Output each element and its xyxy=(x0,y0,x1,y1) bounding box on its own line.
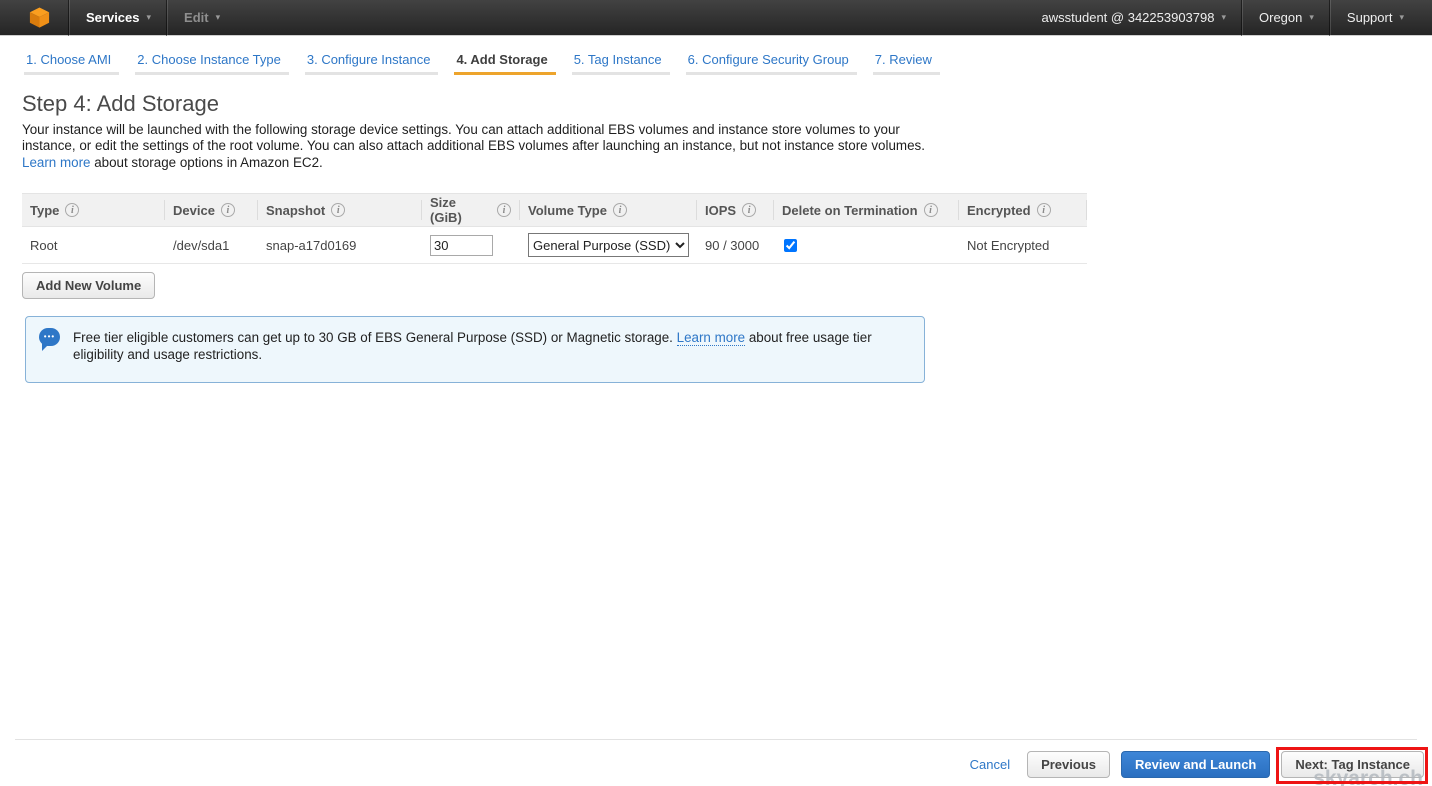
column-header-delete-on-termination: Delete on Termination i xyxy=(774,200,959,220)
chevron-down-icon: ▾ xyxy=(1221,13,1226,22)
info-icon[interactable]: i xyxy=(65,203,79,217)
column-header-label: Device xyxy=(173,203,215,218)
services-menu[interactable]: Services ▾ xyxy=(70,0,167,35)
info-icon[interactable]: i xyxy=(742,203,756,217)
free-tier-notice: ••• Free tier eligible customers can get… xyxy=(25,316,925,383)
aws-logo-icon[interactable] xyxy=(0,0,69,35)
notice-text: Free tier eligible customers can get up … xyxy=(73,330,677,345)
edit-menu[interactable]: Edit ▾ xyxy=(168,0,236,35)
cell-size xyxy=(422,235,520,256)
account-menu-label: awsstudent @ 342253903798 xyxy=(1042,10,1215,25)
column-header-encrypted: Encrypted i xyxy=(959,200,1087,220)
chevron-down-icon: ▾ xyxy=(1399,13,1404,22)
tab-choose-instance-type[interactable]: 2. Choose Instance Type xyxy=(135,52,289,75)
support-menu-label: Support xyxy=(1347,10,1393,25)
page-title: Step 4: Add Storage xyxy=(22,91,1432,117)
cell-delete-on-termination xyxy=(774,239,959,252)
page-description: Your instance will be launched with the … xyxy=(22,122,940,171)
top-nav-bar: Services ▾ Edit ▾ awsstudent @ 342253903… xyxy=(0,0,1432,36)
info-icon[interactable]: i xyxy=(331,203,345,217)
chevron-down-icon: ▾ xyxy=(216,13,221,22)
notice-learn-more-link[interactable]: Learn more xyxy=(677,330,745,346)
volume-type-select[interactable]: General Purpose (SSD) xyxy=(528,233,689,257)
description-text: about storage options in Amazon EC2. xyxy=(90,155,322,170)
next-button-wrap: Next: Tag Instance skyarch.ch xyxy=(1281,751,1424,778)
cell-snapshot: snap-a17d0169 xyxy=(258,238,422,253)
services-menu-label: Services xyxy=(86,10,140,25)
column-header-iops: IOPS i xyxy=(697,200,774,220)
column-header-label: Volume Type xyxy=(528,203,607,218)
column-header-label: Snapshot xyxy=(266,203,325,218)
add-new-volume-button[interactable]: Add New Volume xyxy=(22,272,155,299)
cell-volume-type: General Purpose (SSD) xyxy=(520,233,697,257)
learn-more-link[interactable]: Learn more xyxy=(22,155,90,170)
region-menu[interactable]: Oregon ▾ xyxy=(1243,0,1330,35)
column-header-size: Size (GiB) i xyxy=(422,200,520,220)
storage-table: Type i Device i Snapshot i Size (GiB) i … xyxy=(22,193,1087,264)
tab-configure-security-group[interactable]: 6. Configure Security Group xyxy=(686,52,857,75)
tab-configure-instance[interactable]: 3. Configure Instance xyxy=(305,52,439,75)
support-menu[interactable]: Support ▾ xyxy=(1331,0,1420,35)
chat-bubble-icon: ••• xyxy=(39,328,60,346)
footer: Cancel Previous Review and Launch Next: … xyxy=(0,739,1432,778)
region-menu-label: Oregon xyxy=(1259,10,1302,25)
next-tag-instance-button[interactable]: Next: Tag Instance xyxy=(1281,751,1424,778)
chevron-down-icon: ▾ xyxy=(147,13,152,22)
column-header-label: Size (GiB) xyxy=(430,195,491,225)
info-icon[interactable]: i xyxy=(613,203,627,217)
cancel-link[interactable]: Cancel xyxy=(970,757,1010,772)
edit-menu-label: Edit xyxy=(184,10,209,25)
tab-tag-instance[interactable]: 5. Tag Instance xyxy=(572,52,670,75)
info-icon[interactable]: i xyxy=(497,203,511,217)
tab-review[interactable]: 7. Review xyxy=(873,52,940,75)
cell-device: /dev/sda1 xyxy=(165,238,258,253)
cell-iops: 90 / 3000 xyxy=(697,238,774,253)
chevron-down-icon: ▾ xyxy=(1309,13,1314,22)
column-header-label: Type xyxy=(30,203,59,218)
column-header-type: Type i xyxy=(22,200,165,220)
column-header-volume-type: Volume Type i xyxy=(520,200,697,220)
info-icon[interactable]: i xyxy=(924,203,938,217)
bubble-dots: ••• xyxy=(44,333,55,341)
storage-table-header: Type i Device i Snapshot i Size (GiB) i … xyxy=(22,193,1087,227)
review-and-launch-button[interactable]: Review and Launch xyxy=(1121,751,1270,778)
previous-button[interactable]: Previous xyxy=(1027,751,1110,778)
column-header-label: Delete on Termination xyxy=(782,203,918,218)
delete-on-termination-checkbox[interactable] xyxy=(784,239,797,252)
description-text: Your instance will be launched with the … xyxy=(22,122,925,153)
cell-type: Root xyxy=(22,238,165,253)
column-header-label: Encrypted xyxy=(967,203,1031,218)
ec2-launch-wizard-page: Services ▾ Edit ▾ awsstudent @ 342253903… xyxy=(0,0,1432,786)
column-header-label: IOPS xyxy=(705,203,736,218)
size-input[interactable] xyxy=(430,235,493,256)
account-menu[interactable]: awsstudent @ 342253903798 ▾ xyxy=(1026,0,1242,35)
column-header-device: Device i xyxy=(165,200,258,220)
tab-add-storage[interactable]: 4. Add Storage xyxy=(454,52,555,75)
cell-encrypted: Not Encrypted xyxy=(959,238,1087,253)
tab-choose-ami[interactable]: 1. Choose AMI xyxy=(24,52,119,75)
info-icon[interactable]: i xyxy=(1037,203,1051,217)
wizard-tabs: 1. Choose AMI 2. Choose Instance Type 3.… xyxy=(24,52,1432,75)
info-icon[interactable]: i xyxy=(221,203,235,217)
column-header-snapshot: Snapshot i xyxy=(258,200,422,220)
footer-actions: Cancel Previous Review and Launch Next: … xyxy=(0,740,1432,778)
table-row: Root /dev/sda1 snap-a17d0169 General Pur… xyxy=(22,227,1087,264)
